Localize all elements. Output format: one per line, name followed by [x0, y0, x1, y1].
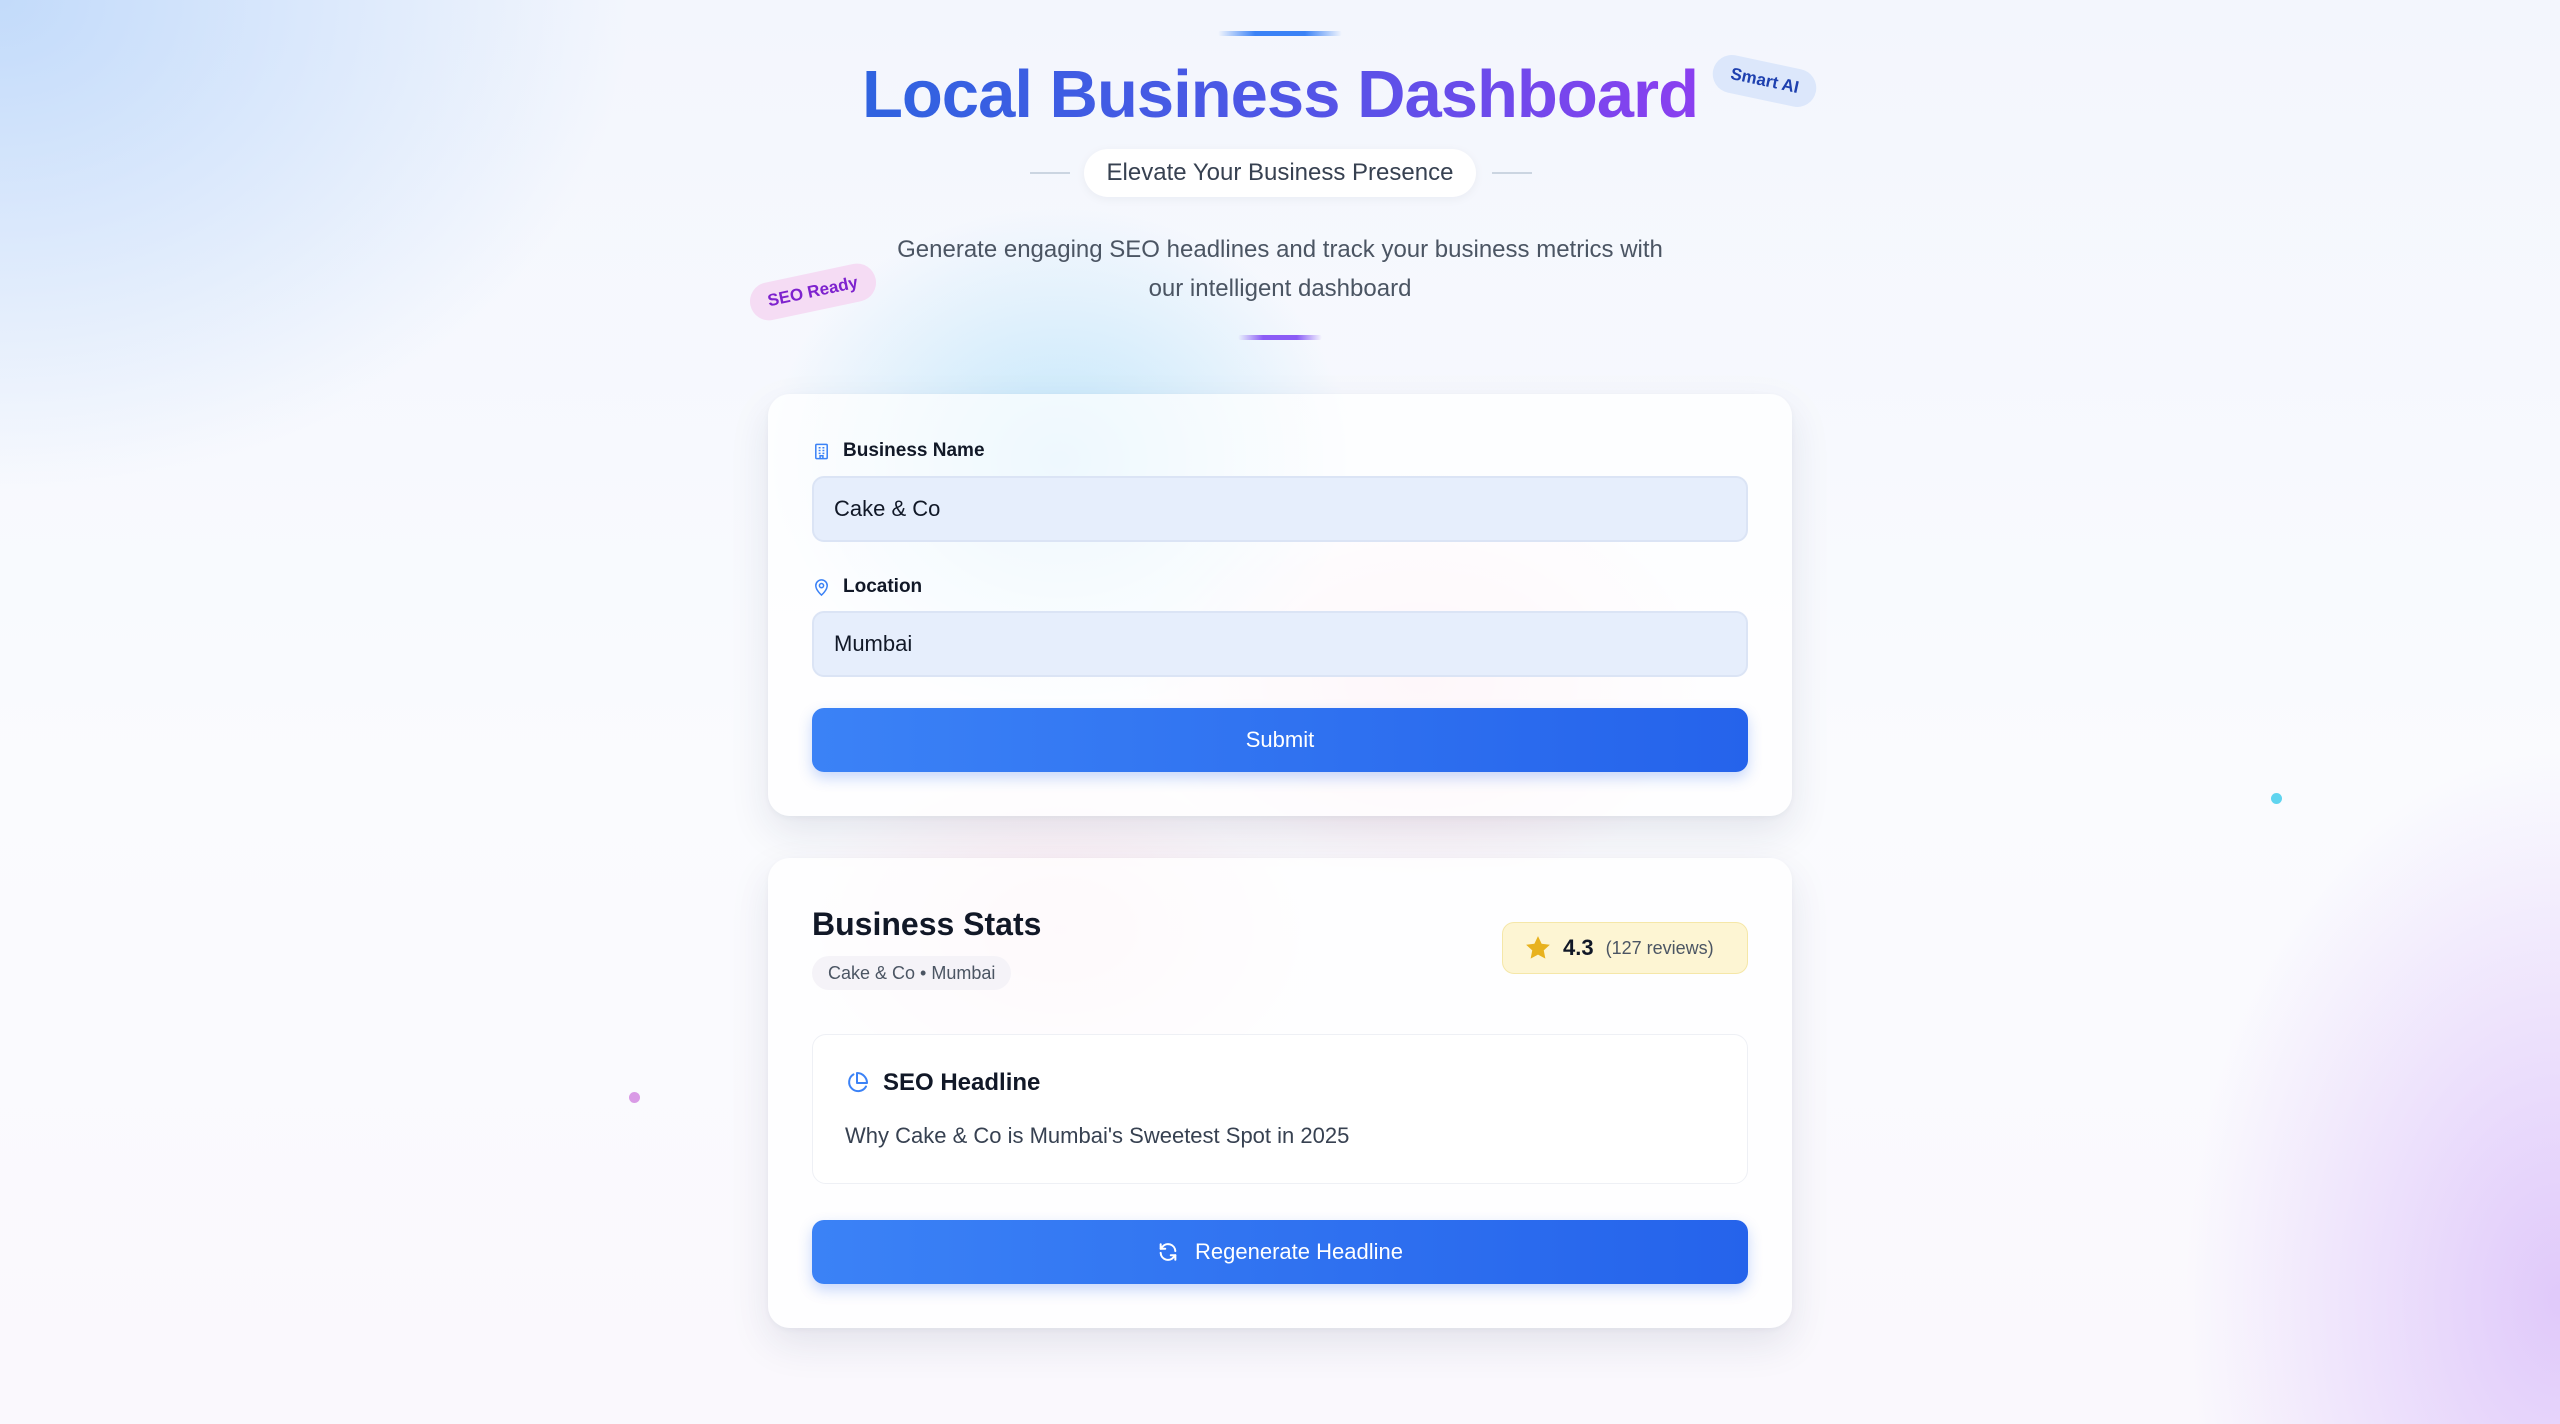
description-accent-bar	[1238, 335, 1322, 340]
decorative-dot-cyan	[2271, 793, 2282, 804]
pie-chart-icon	[848, 1072, 868, 1093]
stats-business-location: Cake & Co • Mumbai	[812, 956, 1012, 990]
rating-value: 4.3	[1563, 935, 1594, 960]
location-label: Location	[812, 576, 922, 598]
seo-headline-box: SEO Headline Why Cake & Co is Mumbai's S…	[812, 1034, 1748, 1184]
subtitle-divider-right	[1492, 172, 1532, 174]
subtitle-divider-left	[1030, 172, 1070, 174]
review-count: (127 reviews)	[1605, 937, 1714, 958]
description-line-1: Generate engaging SEO headlines and trac…	[897, 236, 1663, 263]
business-form-card: Business Name Location Submit	[768, 394, 1792, 816]
location-input[interactable]	[812, 611, 1748, 677]
seo-headline-heading: SEO Headline	[845, 1069, 1040, 1097]
star-icon	[1526, 936, 1550, 959]
building-icon	[815, 443, 828, 459]
business-name-label: Business Name	[812, 440, 985, 462]
regenerate-label: Regenerate Headline	[1195, 1239, 1403, 1264]
business-name-input[interactable]	[812, 476, 1748, 542]
submit-button[interactable]: Submit	[812, 708, 1748, 772]
refresh-icon	[1159, 1243, 1177, 1261]
business-stats-card: Business Stats Cake & Co • Mumbai 4.3 (1…	[768, 858, 1792, 1328]
page-description: Generate engaging SEO headlines and trac…	[880, 230, 1680, 308]
description-line-2: our intelligent dashboard	[1148, 275, 1412, 302]
header-accent-bar	[1218, 31, 1342, 36]
seo-ready-tag: SEO Ready	[746, 260, 880, 324]
rating-badge: 4.3 (127 reviews)	[1502, 922, 1748, 974]
decorative-dot-purple	[629, 1092, 640, 1103]
map-pin-icon	[815, 578, 828, 596]
seo-headline-text: Why Cake & Co is Mumbai's Sweetest Spot …	[845, 1123, 1350, 1148]
regenerate-headline-button[interactable]: Regenerate Headline	[812, 1220, 1748, 1284]
stats-title: Business Stats	[812, 906, 1042, 942]
page-title: Local Business Dashboard	[861, 57, 1699, 132]
page-subtitle: Elevate Your Business Presence	[1084, 149, 1476, 197]
